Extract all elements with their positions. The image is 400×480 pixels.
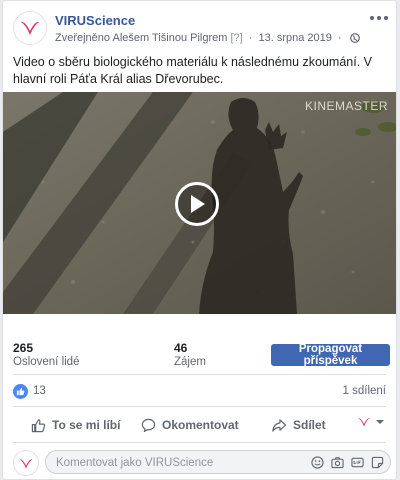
divider <box>13 374 386 375</box>
comment-icon <box>141 418 156 432</box>
comment-input[interactable] <box>56 455 296 470</box>
play-button[interactable] <box>175 182 219 226</box>
virus-logo-icon <box>358 418 370 427</box>
share-button[interactable]: Sdílet <box>271 414 326 436</box>
comment-label: Okomentovat <box>162 418 239 432</box>
chevron-down-icon <box>376 420 384 424</box>
page-name-link[interactable]: VIRUScience <box>55 13 135 28</box>
comment-box[interactable] <box>45 450 391 474</box>
post-meta: Zveřejněno Alešem Tišinou Pilgrem [?] · … <box>55 32 360 44</box>
post-text: Video o sběru biologického materiálu k n… <box>13 55 373 86</box>
like-reaction-icon[interactable] <box>13 384 28 399</box>
post-as-selector[interactable] <box>357 416 385 428</box>
reach-label: Oslovení lidé <box>13 356 80 368</box>
meta-dot-2: · <box>337 32 342 44</box>
meta-dot: · <box>248 32 253 44</box>
divider <box>13 442 386 443</box>
video-watermark: KINEMASTER <box>304 99 388 113</box>
play-icon <box>191 195 205 213</box>
emoji-icon[interactable] <box>310 455 324 469</box>
share-count[interactable]: 1 sdílení <box>343 385 386 397</box>
promote-post-button[interactable]: Propagovat příspěvek <box>271 343 390 367</box>
sticker-icon[interactable] <box>370 455 384 469</box>
post-date[interactable]: 13. srpna 2019 <box>259 32 332 44</box>
page-avatar[interactable] <box>13 11 47 45</box>
camera-icon[interactable] <box>330 455 344 469</box>
globe-icon[interactable] <box>349 33 360 43</box>
engagement-label: Zájem <box>174 356 206 368</box>
reach-value: 265 <box>13 341 34 355</box>
virus-logo-icon <box>19 458 33 469</box>
engagement-value: 46 <box>174 341 188 355</box>
thumbs-up-icon <box>31 418 46 432</box>
help-mark[interactable]: [?] <box>230 32 242 44</box>
comment-tools <box>310 455 384 469</box>
like-button[interactable]: To se mi líbí <box>31 414 120 436</box>
like-count[interactable]: 13 <box>33 385 46 397</box>
share-icon <box>272 418 287 432</box>
gif-icon[interactable] <box>350 455 364 469</box>
comment-button[interactable]: Okomentovat <box>141 414 239 436</box>
divider <box>13 406 386 407</box>
virus-logo-icon <box>21 21 39 35</box>
more-options-icon[interactable] <box>370 11 388 25</box>
like-label: To se mi líbí <box>52 418 121 432</box>
post-header: VIRUScience Zveřejněno Alešem Tišinou Pi… <box>3 1 396 55</box>
published-by[interactable]: Zveřejněno Alešem Tišinou Pilgrem <box>55 32 227 44</box>
post-card: VIRUScience Zveřejněno Alešem Tišinou Pi… <box>2 0 397 480</box>
commenter-avatar[interactable] <box>13 450 39 476</box>
share-label: Sdílet <box>293 418 326 432</box>
